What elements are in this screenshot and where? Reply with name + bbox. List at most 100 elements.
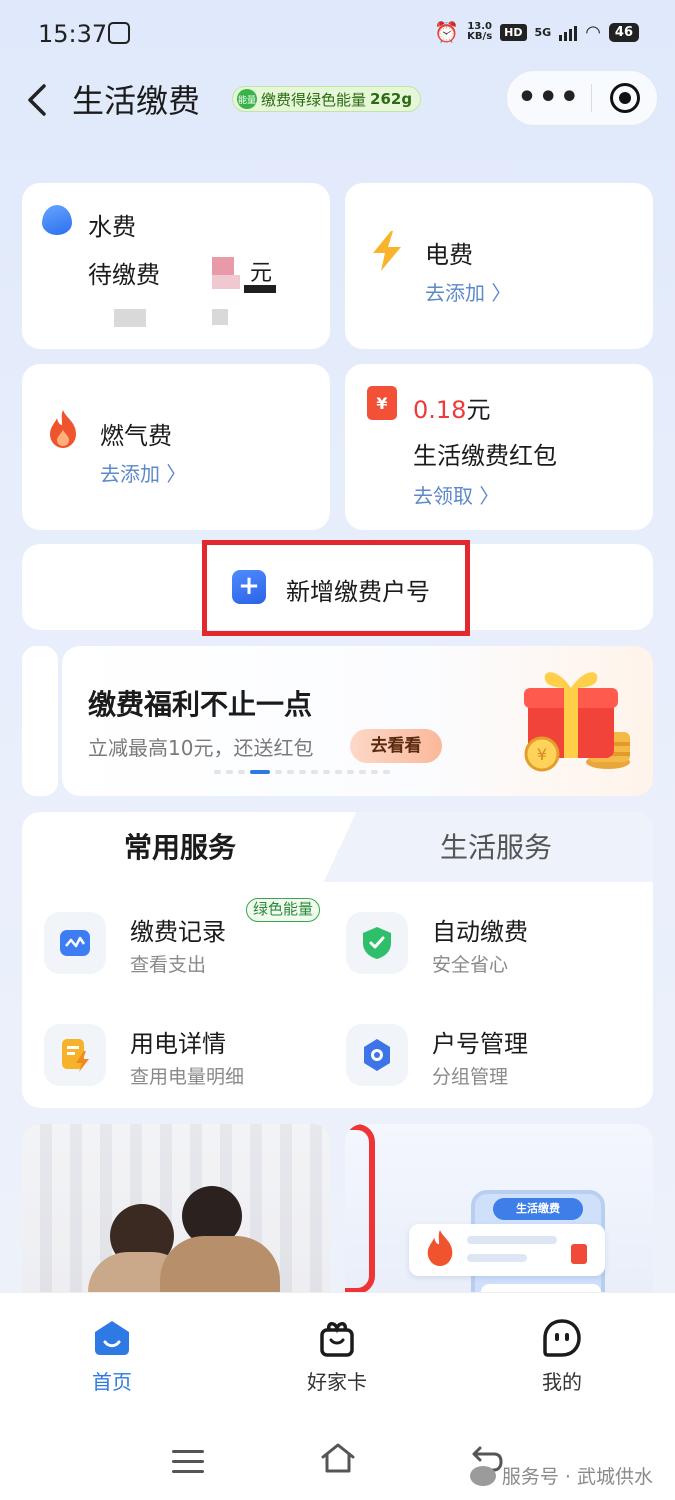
pagination-dot — [311, 770, 318, 774]
pagination-dot — [347, 770, 354, 774]
signal-icon — [559, 23, 578, 41]
service-auto-pay[interactable]: 自动缴费 安全省心 — [346, 912, 626, 982]
water-fee-title: 水费 — [88, 213, 136, 241]
banner-title: 缴费福利不止一点 — [88, 688, 313, 721]
phone-card-line — [467, 1254, 527, 1262]
promo-app-tile[interactable]: 生活缴费 — [345, 1124, 653, 1294]
tab-common-services[interactable]: 常用服务 — [124, 826, 236, 866]
tab-mine-label: 我的 — [542, 1370, 582, 1394]
lightning-icon — [373, 231, 401, 271]
pagination-dot — [250, 770, 270, 774]
svg-text:¥: ¥ — [537, 745, 547, 764]
service-title: 用电详情 — [130, 1030, 226, 1058]
masked-amount — [244, 285, 276, 293]
home-icon — [95, 1321, 129, 1355]
banner-prev-peek[interactable] — [22, 646, 58, 796]
gift-bag-icon — [320, 1322, 354, 1357]
redpacket-card[interactable]: ¥ 0.18元 生活缴费红包 去领取 〉 — [345, 364, 653, 530]
service-title: 户号管理 — [432, 1030, 528, 1058]
service-payment-record[interactable]: 缴费记录 查看支出 — [44, 912, 324, 982]
electric-add-link[interactable]: 去添加 〉 — [425, 277, 511, 306]
red-packet-icon — [571, 1244, 587, 1264]
redpacket-amount: 0.18元 — [413, 396, 491, 424]
masked-account — [212, 309, 228, 325]
redpacket-title: 生活缴费红包 — [413, 442, 557, 470]
pagination-dot — [383, 770, 390, 774]
chart-icon — [44, 912, 106, 974]
service-subtitle: 安全省心 — [432, 954, 509, 976]
phone-card-line — [467, 1236, 557, 1244]
banner-go-button[interactable]: 去看看 — [350, 729, 442, 763]
menu-icon[interactable] — [172, 1450, 204, 1473]
service-power-detail[interactable]: 用电详情 查用电量明细 — [44, 1024, 324, 1094]
battery-icon: 46 — [608, 22, 639, 42]
pagination-dot — [238, 770, 245, 774]
service-account-manage[interactable]: 户号管理 分组管理 — [346, 1024, 626, 1094]
water-drop-icon — [42, 205, 72, 235]
close-miniprogram-icon[interactable] — [592, 83, 657, 113]
gear-icon — [346, 1024, 408, 1086]
back-arrow-icon[interactable] — [22, 80, 62, 120]
tab-life-services[interactable]: 生活服务 — [440, 826, 552, 866]
home-nav-icon[interactable] — [320, 1442, 356, 1474]
pagination-dot — [287, 770, 294, 774]
gas-add-link[interactable]: 去添加 〉 — [100, 458, 186, 487]
status-icons: ⏰ 13.0 KB/s HD 5G ◠ 46 — [434, 20, 639, 44]
watermark: 服务号 · 武城供水 — [469, 1462, 653, 1489]
pagination-dot — [359, 770, 366, 774]
alarm-icon: ⏰ — [434, 20, 460, 44]
flame-icon — [427, 1230, 453, 1266]
shield-check-icon — [346, 912, 408, 974]
pagination-dot — [371, 770, 378, 774]
network-type: 5G — [534, 25, 552, 39]
phone-title: 生活缴费 — [493, 1198, 583, 1220]
gas-fee-title: 燃气费 — [100, 422, 172, 450]
tab-family-card-label: 好家卡 — [307, 1370, 367, 1394]
tab-mine[interactable]: 我的 — [502, 1318, 622, 1395]
electric-fee-card[interactable]: 电费 去添加 〉 — [345, 183, 653, 349]
service-subtitle: 查看支出 — [130, 954, 207, 976]
electric-fee-title: 电费 — [425, 241, 473, 269]
green-energy-pill[interactable]: 能量 缴费得绿色能量 262g — [232, 86, 422, 112]
green-energy-tag: 绿色能量 — [246, 898, 321, 922]
flame-icon — [50, 410, 76, 448]
energy-value: 262g — [370, 90, 413, 108]
pagination-dot — [226, 770, 233, 774]
tab-home-label: 首页 — [92, 1370, 132, 1394]
pagination-dot — [214, 770, 221, 774]
person-silhouette — [160, 1236, 280, 1294]
banner-subtitle: 立减最高10元，还送红包 — [88, 736, 314, 760]
banner-pagination — [214, 770, 390, 774]
mini-program-capsule: ••• — [506, 70, 658, 126]
masked-amount — [212, 257, 234, 275]
water-fee-card[interactable]: 水费 待缴费 元 — [22, 183, 330, 349]
service-subtitle: 查用电量明细 — [130, 1066, 245, 1088]
promo-photo-tile[interactable] — [22, 1124, 330, 1294]
more-icon[interactable]: ••• — [507, 83, 591, 113]
tab-slant — [320, 812, 360, 882]
gas-fee-card[interactable]: 燃气费 去添加 〉 — [22, 364, 330, 530]
pagination-dot — [335, 770, 342, 774]
face-icon — [543, 1319, 581, 1357]
tab-family-card[interactable]: 好家卡 — [277, 1318, 397, 1395]
masked-account — [114, 309, 146, 327]
red-ribbon — [345, 1124, 375, 1294]
wechat-icon — [469, 1465, 496, 1486]
masked-amount — [212, 275, 240, 289]
watermark-text: 服务号 · 武城供水 — [501, 1466, 653, 1488]
pagination-dot — [275, 770, 282, 774]
bill-bolt-icon — [44, 1024, 106, 1086]
pagination-dot — [323, 770, 330, 774]
tab-home[interactable]: 首页 — [52, 1318, 172, 1395]
water-fee-unit: 元 — [250, 261, 273, 286]
clock: 15:37 — [38, 20, 108, 48]
wifi-icon: ◠ — [585, 21, 601, 43]
energy-label: 缴费得绿色能量 — [261, 90, 367, 109]
service-title: 缴费记录 — [130, 918, 226, 946]
gift-box-icon: ¥ — [524, 672, 630, 772]
highlight-box — [202, 540, 470, 636]
service-title: 自动缴费 — [432, 918, 528, 946]
redpacket-claim-link[interactable]: 去领取 〉 — [413, 480, 499, 509]
pagination-dot — [299, 770, 306, 774]
energy-leaf-icon: 能量 — [237, 89, 257, 109]
